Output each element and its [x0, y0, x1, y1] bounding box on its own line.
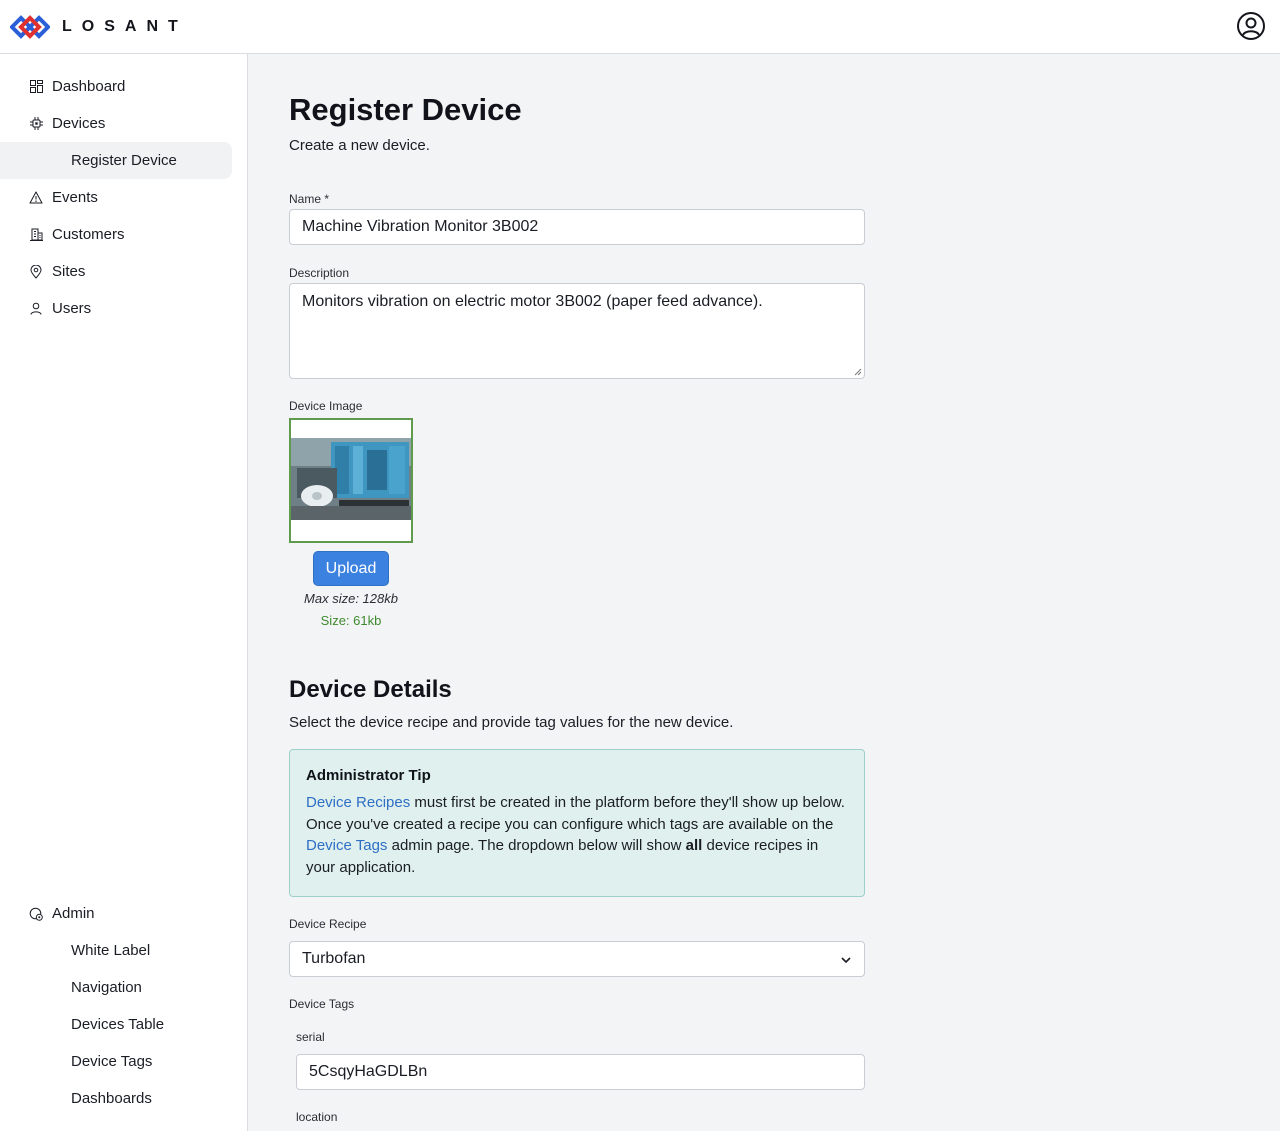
map-pin-icon: [29, 264, 43, 279]
sidebar-item-navigation[interactable]: Navigation: [0, 969, 232, 1006]
device-recipe-value: Turbofan: [302, 950, 366, 967]
sidebar-item-label: Sites: [52, 263, 86, 280]
tag-location-label: location: [296, 1110, 338, 1124]
image-size-text: Size: 61kb: [320, 613, 382, 628]
sidebar-item-label: Admin: [52, 905, 95, 922]
sidebar-item-admin[interactable]: Admin: [0, 895, 232, 932]
sidebar-item-label: Events: [52, 189, 98, 206]
max-size-text: Max size: 128kb: [304, 591, 398, 606]
sidebar-item-users[interactable]: Users: [0, 290, 232, 327]
name-label: Name *: [289, 192, 330, 206]
sidebar-item-events[interactable]: Events: [0, 179, 232, 216]
sidebar-item-dashboards[interactable]: Dashboards: [0, 1080, 232, 1117]
sidebar: Dashboard Devices Register Device Events…: [0, 54, 248, 1131]
chevron-down-icon: [841, 957, 851, 964]
user-profile-icon[interactable]: [1236, 11, 1266, 41]
upload-button[interactable]: Upload: [313, 551, 389, 586]
description-textarea[interactable]: Monitors vibration on electric motor 3B0…: [289, 283, 865, 379]
sidebar-item-label: Dashboards: [71, 1090, 152, 1107]
sidebar-item-label: Navigation: [71, 979, 142, 996]
page-title: Register Device: [289, 92, 522, 127]
name-input-value: Machine Vibration Monitor 3B002: [302, 218, 539, 235]
tip-body: Device Recipes must first be created in …: [306, 792, 848, 878]
device-tags-link[interactable]: Device Tags: [306, 837, 387, 854]
paper-machine-image: [291, 420, 411, 541]
device-details-subtitle: Select the device recipe and provide tag…: [289, 714, 734, 731]
sidebar-item-devices[interactable]: Devices: [0, 105, 232, 142]
grid-icon: [29, 80, 43, 94]
device-image-preview: [289, 418, 413, 543]
description-label: Description: [289, 266, 350, 280]
building-icon: [29, 228, 43, 242]
device-tags-label: Device Tags: [289, 997, 355, 1011]
device-recipe-label: Device Recipe: [289, 917, 367, 931]
main-content: Register Device Create a new device. Nam…: [249, 54, 1280, 1131]
name-input[interactable]: Machine Vibration Monitor 3B002: [289, 209, 865, 245]
device-details-heading: Device Details: [289, 676, 452, 703]
tip-bold-all: all: [685, 837, 703, 855]
brand-logo[interactable]: LOSANT: [10, 15, 188, 39]
sidebar-item-label: Register Device: [71, 152, 177, 169]
tag-serial-value: 5CsqyHaGDLBn: [309, 1063, 428, 1080]
sidebar-item-white-label[interactable]: White Label: [0, 932, 232, 969]
administrator-tip: Administrator Tip Device Recipes must fi…: [289, 749, 865, 897]
sidebar-item-label: Devices: [52, 115, 106, 132]
user-icon: [29, 302, 43, 316]
sidebar-item-devices-table[interactable]: Devices Table: [0, 1006, 232, 1043]
tip-title: Administrator Tip: [306, 767, 431, 784]
sidebar-item-label: Customers: [52, 226, 125, 243]
sidebar-item-label: Dashboard: [52, 78, 126, 95]
sidebar-item-dashboard[interactable]: Dashboard: [0, 68, 232, 105]
brand-name: LOSANT: [62, 18, 188, 35]
tip-text-2: admin page. The dropdown below will show: [387, 837, 686, 855]
losant-logo-icon: [10, 15, 50, 39]
chip-icon: [29, 117, 43, 131]
resize-handle-icon[interactable]: [854, 368, 862, 376]
warning-icon: [29, 191, 43, 205]
tag-serial-input[interactable]: 5CsqyHaGDLBn: [296, 1054, 865, 1090]
page-subtitle: Create a new device.: [289, 137, 430, 154]
tag-serial-label: serial: [296, 1030, 325, 1044]
sidebar-item-device-tags[interactable]: Device Tags: [0, 1043, 232, 1080]
admin-gear-icon: [29, 907, 43, 921]
device-recipes-link[interactable]: Device Recipes: [306, 794, 410, 811]
sidebar-item-label: Devices Table: [71, 1016, 165, 1033]
sidebar-item-label: Users: [52, 300, 92, 317]
sidebar-item-register-device[interactable]: Register Device: [0, 142, 232, 179]
description-value: Monitors vibration on electric motor 3B0…: [302, 293, 763, 310]
sidebar-item-sites[interactable]: Sites: [0, 253, 232, 290]
top-bar: LOSANT: [0, 0, 1280, 54]
sidebar-item-label: White Label: [71, 942, 151, 959]
device-image-label: Device Image: [289, 399, 363, 413]
sidebar-item-customers[interactable]: Customers: [0, 216, 232, 253]
sidebar-item-label: Device Tags: [71, 1053, 153, 1070]
device-recipe-select[interactable]: Turbofan: [289, 941, 865, 977]
